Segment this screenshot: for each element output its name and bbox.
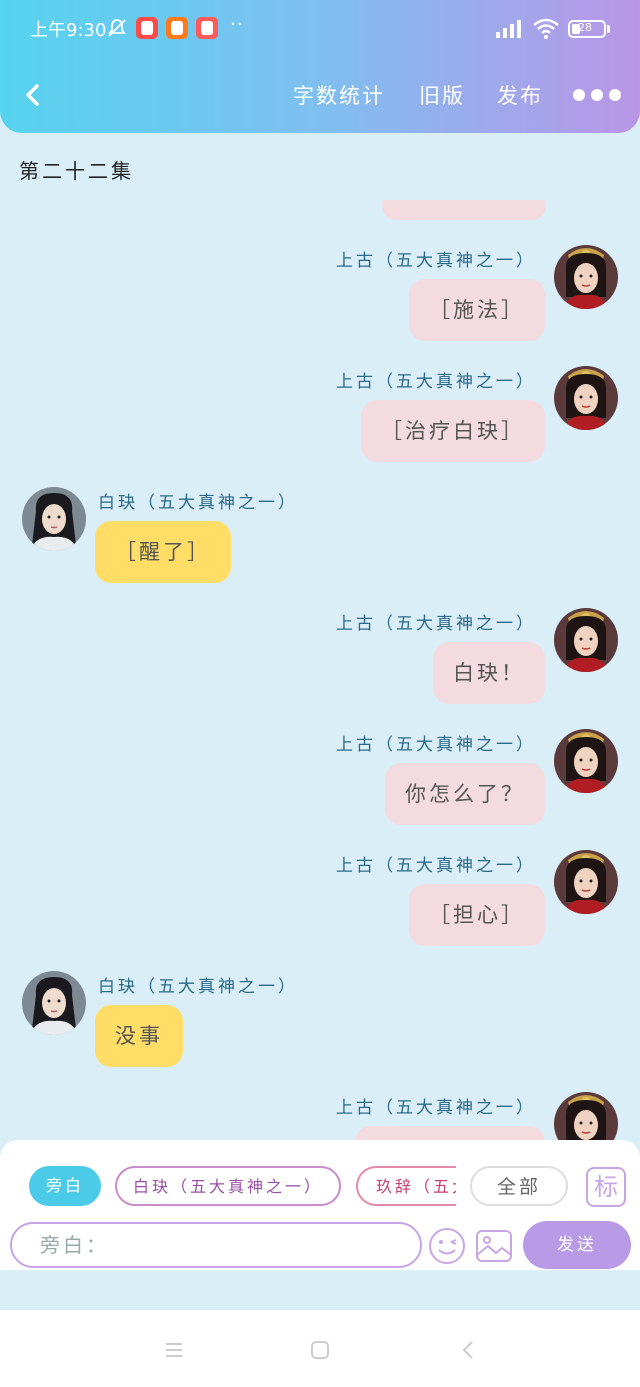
battery-level: 28 bbox=[578, 21, 592, 34]
speaker-name: 上古（五大真神之一） bbox=[336, 735, 536, 755]
speaker-name: 上古（五大真神之一） bbox=[336, 372, 536, 392]
message-bubble[interactable]: ［担心］ bbox=[409, 884, 545, 946]
emoji-icon[interactable] bbox=[427, 1226, 467, 1266]
message-bubble[interactable]: 没事 bbox=[95, 1005, 183, 1067]
wifi-icon bbox=[533, 18, 559, 39]
header: 上午9:30 ·· 28 字数统计 旧版 发布 bbox=[0, 0, 640, 133]
all-roles-button[interactable]: 全部 bbox=[470, 1166, 568, 1206]
system-nav-bar bbox=[0, 1310, 640, 1387]
message-bubble[interactable]: 你怎么了？ bbox=[385, 763, 545, 825]
chat-list[interactable]: 上古（五大真神之一） ［施法］ 上古（五大真神之一） ［治疗白玦］ 白玦（五大真… bbox=[0, 200, 640, 1140]
message-input[interactable]: 旁白： bbox=[10, 1222, 422, 1268]
publish-button[interactable]: 发布 bbox=[497, 80, 543, 110]
ucas-app-icon bbox=[196, 17, 218, 39]
avatar-shanggu[interactable] bbox=[554, 850, 618, 914]
message-bubble[interactable]: 白玦！ bbox=[433, 642, 545, 704]
app-root: 上午9:30 ·· 28 字数统计 旧版 发布 第二十二集 上古（五大真神之一）… bbox=[0, 0, 640, 1387]
avatar-baijue[interactable] bbox=[22, 487, 86, 551]
role-chip-narration[interactable]: 旁白 bbox=[29, 1166, 101, 1206]
send-button[interactable]: 发送 bbox=[523, 1221, 631, 1269]
kuaishou-app-icon bbox=[166, 17, 188, 39]
system-back-icon[interactable] bbox=[460, 1340, 476, 1360]
video-app-icon bbox=[136, 17, 158, 39]
speaker-name: 上古（五大真神之一） bbox=[336, 251, 536, 271]
battery-icon: 28 bbox=[568, 20, 606, 38]
status-time: 上午9:30 bbox=[30, 20, 107, 41]
partial-message-bubble bbox=[382, 200, 546, 220]
avatar-shanggu[interactable] bbox=[554, 729, 618, 793]
battery-tip bbox=[607, 25, 610, 33]
message-bubble[interactable]: ［醒了］ bbox=[95, 521, 231, 583]
episode-title: 第二十二集 bbox=[19, 159, 134, 183]
signal-icon bbox=[496, 20, 521, 38]
tag-button[interactable]: 标 bbox=[586, 1167, 626, 1207]
message-bubble[interactable]: ［治疗白玦］ bbox=[361, 400, 545, 462]
image-icon[interactable] bbox=[474, 1226, 514, 1266]
panel-gap bbox=[0, 1270, 640, 1310]
avatar-shanggu[interactable] bbox=[554, 608, 618, 672]
avatar-shanggu[interactable] bbox=[554, 1092, 618, 1140]
speaker-name: 上古（五大真神之一） bbox=[336, 614, 536, 634]
avatar-baijue[interactable] bbox=[22, 971, 86, 1035]
speaker-name: 上古（五大真神之一） bbox=[336, 1098, 536, 1118]
home-icon[interactable] bbox=[310, 1340, 330, 1360]
old-version-button[interactable]: 旧版 bbox=[419, 80, 465, 110]
input-panel: 旁白 白玦（五大真神之一） 玖辞（五大 全部 标 旁白： 发送 bbox=[0, 1140, 640, 1270]
word-count-button[interactable]: 字数统计 bbox=[293, 80, 385, 110]
message-bubble[interactable] bbox=[355, 1126, 545, 1140]
speaker-name: 上古（五大真神之一） bbox=[336, 856, 536, 876]
more-options-icon[interactable] bbox=[573, 89, 621, 101]
role-chip-baijue[interactable]: 白玦（五大真神之一） bbox=[115, 1166, 341, 1206]
message-bubble[interactable]: ［施法］ bbox=[409, 279, 545, 341]
avatar-shanggu[interactable] bbox=[554, 245, 618, 309]
status-bar: 上午9:30 ·· 28 bbox=[0, 0, 640, 58]
role-chip-jiuci[interactable]: 玖辞（五大 bbox=[356, 1166, 456, 1206]
back-button[interactable] bbox=[18, 80, 48, 110]
avatar-shanggu[interactable] bbox=[554, 366, 618, 430]
recent-apps-icon[interactable] bbox=[164, 1342, 184, 1358]
speaker-name: 白玦（五大真神之一） bbox=[98, 493, 298, 513]
speaker-name: 白玦（五大真神之一） bbox=[98, 977, 298, 997]
mute-bell-icon bbox=[106, 17, 128, 39]
notification-more-icon: ·· bbox=[230, 14, 244, 35]
